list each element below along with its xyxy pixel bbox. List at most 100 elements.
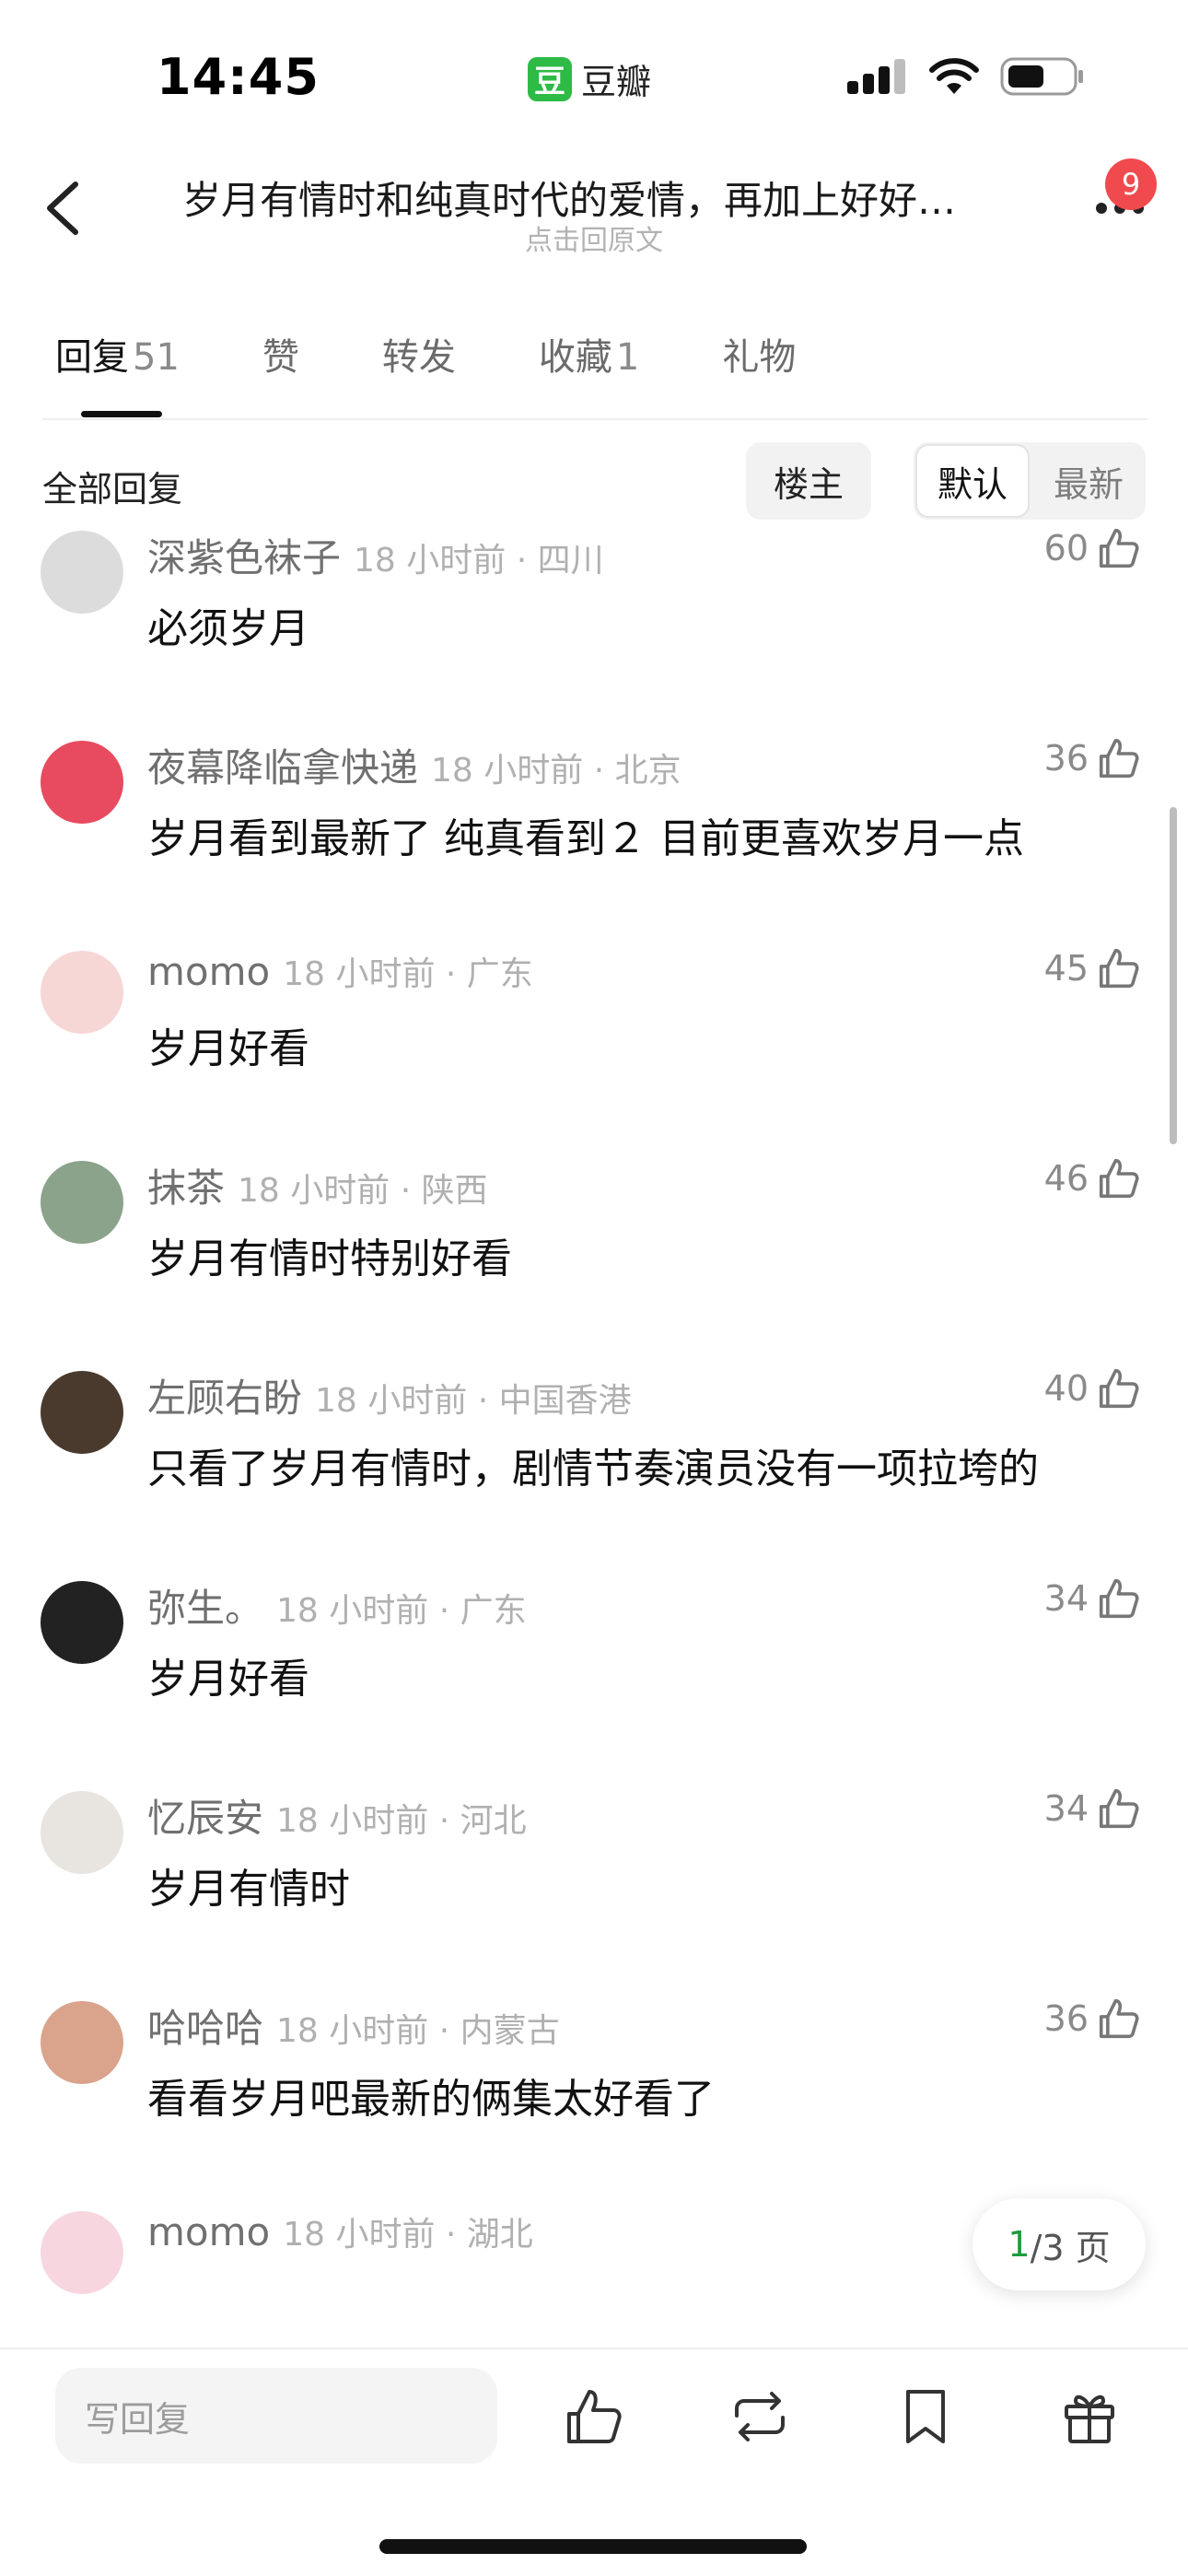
avatar[interactable] xyxy=(41,951,123,1034)
avatar[interactable] xyxy=(41,1581,123,1664)
scrollbar[interactable] xyxy=(1170,807,1177,1144)
username[interactable]: 夜幕降临拿快递 xyxy=(147,745,418,790)
cellular-signal-icon xyxy=(847,59,905,94)
comment-item[interactable]: 深紫色袜子 18 小时前 · 四川 必须岁月 60 xyxy=(0,516,1188,652)
home-indicator[interactable] xyxy=(379,2539,807,2554)
like-count: 60 xyxy=(1043,528,1089,568)
back-to-original-link[interactable]: 点击回原文 xyxy=(0,217,1188,258)
comment-item[interactable]: 忆辰安 18 小时前 · 河北 岁月有情时 34 xyxy=(0,1684,1188,1913)
tab-reposts[interactable]: 转发 xyxy=(382,327,456,381)
comment-meta: 深紫色袜子 18 小时前 · 四川 xyxy=(147,527,604,583)
comment-time-location: 18 小时前 · 北京 xyxy=(431,752,681,790)
username[interactable]: 弥生。 xyxy=(147,1586,263,1631)
thumbs-up-icon xyxy=(1099,1368,1139,1409)
comment-meta: momo 18 小时前 · 广东 xyxy=(147,947,533,995)
comment-time-location: 18 小时前 · 广东 xyxy=(276,1592,527,1630)
nav-bar: 岁月有情时和纯真时代的爱情，再加上好好… 点击回原文 xyxy=(0,157,1188,258)
avatar[interactable] xyxy=(41,1791,123,1874)
like-button[interactable]: 36 xyxy=(1044,1996,1142,2042)
bottom-action-bar: 写回复 xyxy=(0,2348,1188,2576)
like-count: 34 xyxy=(1043,1578,1089,1619)
avatar[interactable] xyxy=(41,1371,123,1454)
owner-only-button[interactable]: 楼主 xyxy=(746,442,871,520)
comment-meta: 抹茶 18 小时前 · 陕西 xyxy=(147,1157,488,1213)
thumbs-up-icon xyxy=(1099,1998,1139,2039)
tab-likes[interactable]: 赞 xyxy=(262,327,299,381)
like-count: 34 xyxy=(1043,1788,1089,1829)
comment-item[interactable]: momo 18 小时前 · 广东 岁月好看 45 xyxy=(0,844,1188,1072)
comment-item[interactable]: 左顾右盼 18 小时前 · 中国香港 只看了岁月有情时，剧情节奏演员没有一项拉垮的 4… xyxy=(0,1264,1188,1493)
comment-meta: momo 18 小时前 · 湖北 xyxy=(147,2207,533,2255)
tab-collections[interactable]: 收藏 1 xyxy=(539,327,639,381)
sort-default-button[interactable]: 默认 xyxy=(915,444,1030,518)
comment-item[interactable]: 哈哈哈 18 小时前 · 内蒙古 看看岁月吧最新的俩集太好看了 36 xyxy=(0,1894,1188,2123)
gift-icon[interactable] xyxy=(1057,2384,1122,2449)
avatar[interactable] xyxy=(41,1161,123,1244)
battery-icon xyxy=(1000,57,1083,96)
all-replies-label: 全部回复 xyxy=(42,469,183,509)
current-page: 1 xyxy=(1007,2224,1031,2265)
tab-bar: 回复 51 赞 转发 收藏 1 礼物 xyxy=(55,327,879,381)
username[interactable]: momo xyxy=(147,949,270,994)
status-bar: 14:45 豆 豆瓣 xyxy=(0,0,1188,157)
status-time: 14:45 xyxy=(157,48,320,106)
thumbs-up-icon xyxy=(1099,1788,1139,1829)
like-count: 36 xyxy=(1043,738,1089,779)
tab-replies[interactable]: 回复 51 xyxy=(55,327,180,381)
username[interactable]: 深紫色袜子 xyxy=(147,535,341,580)
tab-gifts[interactable]: 礼物 xyxy=(722,327,796,381)
app-name: 豆瓣 xyxy=(581,62,652,102)
comment-meta: 哈哈哈 18 小时前 · 内蒙古 xyxy=(147,1997,560,2054)
thumbs-up-icon xyxy=(1099,738,1139,779)
total-pages: /3 页 xyxy=(1030,2227,1111,2268)
comment-time-location: 18 小时前 · 内蒙古 xyxy=(276,2012,560,2050)
like-button[interactable]: 45 xyxy=(1044,945,1142,991)
sort-latest-button[interactable]: 最新 xyxy=(1033,442,1144,520)
comment-meta: 左顾右盼 18 小时前 · 中国香港 xyxy=(147,1367,632,1423)
comment-item[interactable]: 抹茶 18 小时前 · 陕西 岁月有情时特别好看 46 xyxy=(0,1054,1188,1282)
username[interactable]: 忆辰安 xyxy=(147,1796,263,1841)
comment-time-location: 18 小时前 · 陕西 xyxy=(238,1172,488,1210)
like-button[interactable]: 36 xyxy=(1044,735,1142,781)
comment-meta: 夜幕降临拿快递 18 小时前 · 北京 xyxy=(147,737,681,793)
reply-filter-row: 全部回复 楼主 默认 最新 xyxy=(0,442,1188,520)
thumbs-up-icon xyxy=(1099,528,1139,568)
sort-toggle: 默认 最新 xyxy=(914,442,1146,520)
comment-time-location: 18 小时前 · 四川 xyxy=(354,542,604,580)
thumbs-up-icon xyxy=(1099,948,1139,989)
active-tab-indicator xyxy=(81,411,162,417)
comment-list: 深紫色袜子 18 小时前 · 四川 必须岁月 60 夜幕降临拿快递 18 小时前 · 北京… xyxy=(0,516,1188,2349)
like-count: 40 xyxy=(1043,1368,1089,1409)
avatar[interactable] xyxy=(41,2211,123,2294)
avatar[interactable] xyxy=(41,2001,123,2084)
thumbs-up-icon[interactable] xyxy=(562,2384,626,2449)
app-indicator: 豆 豆瓣 xyxy=(528,53,651,104)
repost-icon[interactable] xyxy=(728,2384,792,2449)
username[interactable]: 左顾右盼 xyxy=(147,1376,302,1421)
like-button[interactable]: 40 xyxy=(1044,1365,1142,1411)
comment-item[interactable]: 弥生。 18 小时前 · 广东 岁月好看 34 xyxy=(0,1474,1188,1703)
like-button[interactable]: 34 xyxy=(1044,1575,1142,1622)
comment-time-location: 18 小时前 · 广东 xyxy=(283,955,533,993)
like-button[interactable]: 46 xyxy=(1044,1155,1142,1201)
username[interactable]: 哈哈哈 xyxy=(147,2006,263,2051)
comment-item[interactable]: 夜幕降临拿快递 18 小时前 · 北京 岁月看到最新了 纯真看到２ 目前更喜欢岁月一… xyxy=(0,634,1188,862)
username[interactable]: momo xyxy=(147,2209,270,2254)
page-indicator[interactable]: 1/3 页 xyxy=(973,2198,1146,2290)
username[interactable]: 抹茶 xyxy=(147,1165,225,1211)
bookmark-icon[interactable] xyxy=(893,2384,958,2449)
thumbs-up-icon xyxy=(1099,1158,1139,1199)
like-button[interactable]: 60 xyxy=(1044,525,1142,571)
wifi-icon xyxy=(929,58,979,94)
reply-input[interactable]: 写回复 xyxy=(55,2368,497,2464)
comment-meta: 忆辰安 18 小时前 · 河北 xyxy=(147,1787,527,1844)
thumbs-up-icon xyxy=(1099,1578,1139,1619)
like-button[interactable]: 34 xyxy=(1044,1786,1142,1832)
like-count: 36 xyxy=(1043,1998,1089,2039)
avatar[interactable] xyxy=(41,741,123,824)
notification-badge: 9 xyxy=(1105,158,1157,210)
like-count: 46 xyxy=(1043,1158,1089,1199)
avatar[interactable] xyxy=(41,531,123,614)
comment-time-location: 18 小时前 · 河北 xyxy=(276,1802,527,1840)
like-count: 45 xyxy=(1043,948,1089,989)
